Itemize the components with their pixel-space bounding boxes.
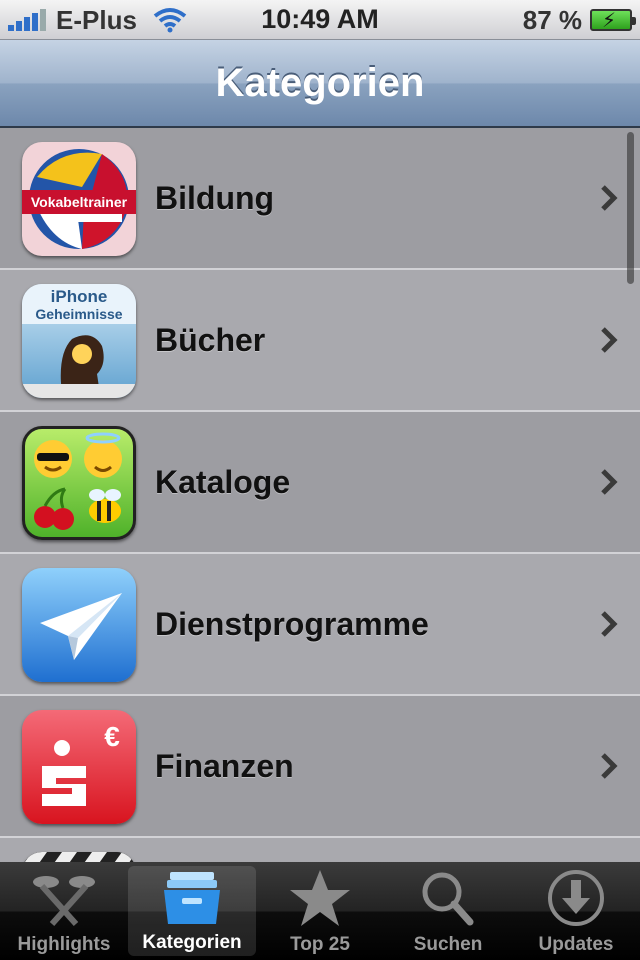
chevron-right-icon [601, 753, 618, 779]
tab-label: Kategorien [142, 932, 242, 953]
paper-plane-app-icon [22, 568, 136, 682]
tab-bar: Highlights Kategorien Top 25 Suchen Upda… [0, 862, 640, 960]
chevron-right-icon [601, 611, 618, 637]
download-icon [548, 870, 604, 926]
category-row-finanzen[interactable]: € Finanzen [0, 696, 640, 838]
iphone-geheimnisse-app-icon: iPhone Geheimnisse [22, 284, 136, 398]
tab-suchen[interactable]: Suchen [384, 862, 512, 960]
svg-text:iPhone: iPhone [51, 287, 108, 306]
battery-icon: ⚡ [590, 9, 636, 32]
navigation-bar: Kategorien [0, 40, 640, 128]
vokabeltrainer-app-icon: Vokabeltrainer [22, 142, 136, 256]
star-icon [290, 870, 350, 926]
category-label: Bücher [155, 321, 266, 358]
tab-kategorien[interactable]: Kategorien [128, 866, 256, 956]
battery-percentage: 87 % [522, 4, 582, 35]
emoji-app-icon [22, 426, 136, 540]
category-row-buecher[interactable]: iPhone Geheimnisse Bücher [0, 270, 640, 412]
category-row-dienstprogramme[interactable]: Dienstprogramme [0, 554, 640, 696]
svg-text:Vokabeltrainer: Vokabeltrainer [31, 194, 128, 210]
chevron-right-icon [601, 185, 618, 211]
category-list[interactable]: Vokabeltrainer Bildung iPhone Geheimniss… [0, 128, 640, 862]
tab-label: Updates [538, 934, 614, 955]
search-icon [422, 872, 474, 926]
svg-text:Geheimnisse: Geheimnisse [35, 306, 122, 322]
scroll-indicator[interactable] [627, 132, 634, 284]
tab-label: Highlights [17, 934, 111, 955]
sparkasse-app-icon: € [22, 710, 136, 824]
category-label: Bildung [155, 179, 275, 216]
tab-updates[interactable]: Updates [512, 862, 640, 960]
page-title: Kategorien [215, 60, 425, 105]
chevron-right-icon [601, 469, 618, 495]
category-row-partial[interactable] [0, 838, 640, 862]
chevron-right-icon [601, 327, 618, 353]
tab-label: Top 25 [290, 934, 350, 955]
tab-top-25[interactable]: Top 25 [256, 862, 384, 960]
category-label: Dienstprogramme [155, 605, 429, 642]
category-row-bildung[interactable]: Vokabeltrainer Bildung [0, 128, 640, 270]
svg-text:€: € [104, 721, 120, 752]
status-bar: E-Plus 10:49 AM 87 % ⚡ [0, 0, 640, 40]
clapperboard-app-icon [22, 852, 136, 862]
category-row-kataloge[interactable]: Kataloge [0, 412, 640, 554]
category-label: Finanzen [155, 747, 294, 784]
tab-highlights[interactable]: Highlights [0, 862, 128, 960]
tab-label: Suchen [413, 934, 483, 955]
highlights-icon [33, 876, 95, 927]
kategorien-icon [164, 872, 220, 924]
category-label: Kataloge [155, 463, 291, 500]
